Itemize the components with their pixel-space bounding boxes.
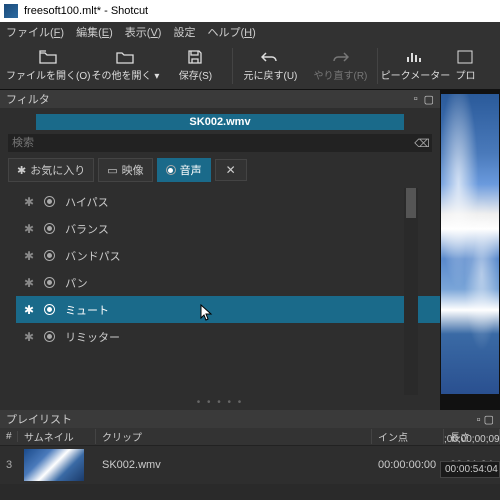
- filter-item-label: バランス: [65, 221, 109, 237]
- panel-close-icon[interactable]: ▢: [484, 414, 494, 426]
- panel-close-icon[interactable]: ▢: [424, 93, 434, 106]
- monitor-icon: ▭: [107, 164, 117, 177]
- menu-help[interactable]: ヘルプ(H): [207, 24, 255, 40]
- save-icon: [186, 49, 204, 65]
- filter-clip-name: SK002.wmv: [36, 114, 404, 130]
- col-in-point[interactable]: イン点: [372, 429, 444, 444]
- preview-image: [441, 94, 499, 394]
- audio-filter-icon: [44, 196, 55, 207]
- resize-grip-icon[interactable]: • • • • •: [0, 395, 440, 410]
- filters-panel-header: フィルタ ▫ ▢: [0, 90, 440, 108]
- favorite-icon[interactable]: ✱: [24, 276, 34, 290]
- filter-item-label: ミュート: [65, 302, 109, 318]
- folder-icon: [116, 49, 134, 65]
- filter-item-label: ハイパス: [65, 194, 109, 210]
- filter-item-label: バンドパス: [65, 248, 121, 264]
- tab-video[interactable]: ▭映像: [98, 158, 152, 182]
- undo-icon: [261, 49, 279, 65]
- undo-button[interactable]: 元に戻す(U): [235, 44, 305, 88]
- audio-filter-icon: [44, 250, 55, 261]
- favorite-icon[interactable]: ✱: [24, 195, 34, 209]
- scrollbar-thumb[interactable]: [406, 188, 416, 218]
- panel-undock-icon[interactable]: ▫: [477, 414, 481, 426]
- audio-filter-icon: [44, 277, 55, 288]
- star-icon: ✱: [17, 164, 26, 177]
- menu-edit[interactable]: 編集(E): [76, 24, 113, 40]
- toolbar-separator: [232, 48, 233, 84]
- filter-list-scrollbar[interactable]: ▲ ▼: [404, 188, 418, 395]
- playlist-row[interactable]: 3 SK002.wmv 00:00:00:00 00:01:04: [0, 446, 500, 484]
- filter-search-row: ⌫: [8, 134, 432, 152]
- tab-favorites[interactable]: ✱お気に入り: [8, 158, 94, 182]
- panel-undock-icon[interactable]: ▫: [414, 93, 418, 106]
- filter-item-label: パン: [65, 275, 88, 291]
- filters-panel-title: フィルタ: [6, 91, 50, 107]
- window-title: freesoft100.mlt* - Shotcut: [24, 5, 148, 17]
- main-toolbar: ファイルを開く(O) その他を開く ▾ 保存(S) 元に戻す(U) やり直す(R…: [0, 42, 500, 90]
- tab-audio[interactable]: 音声: [157, 158, 211, 182]
- row-in-point: 00:00:00:00: [372, 459, 444, 471]
- audio-filter-icon: [44, 331, 55, 342]
- timecode-area: ;00;00;00;09 00:00:54:04 ▲▼: [440, 432, 500, 478]
- favorite-icon[interactable]: ✱: [24, 222, 34, 236]
- search-clear-icon[interactable]: ⌫: [412, 137, 432, 150]
- col-thumbnail[interactable]: サムネイル: [18, 429, 96, 444]
- audio-filter-icon: [44, 223, 55, 234]
- menu-view[interactable]: 表示(V): [125, 24, 162, 40]
- playlist-panel-title: プレイリスト: [6, 411, 72, 427]
- filter-item-label: リミッター: [65, 329, 120, 345]
- filter-item[interactable]: ✱ ミュート: [16, 296, 440, 323]
- thumbnail-image: [24, 449, 84, 481]
- favorite-icon[interactable]: ✱: [24, 303, 34, 317]
- open-other-button[interactable]: その他を開く ▾: [90, 44, 160, 88]
- filter-list[interactable]: ▲ ▼ ✱ ハイパス ✱ バランス ✱ バンドパス ✱ パン ✱ ミュート ✱ リミッター: [16, 188, 440, 395]
- meter-icon: [406, 49, 424, 65]
- col-clip[interactable]: クリップ: [96, 429, 372, 444]
- filter-item[interactable]: ✱ パン: [16, 269, 440, 296]
- app-logo-icon: [4, 4, 18, 18]
- audio-icon: [166, 165, 176, 175]
- row-clip-name: SK002.wmv: [96, 459, 372, 471]
- playlist-panel-header: プレイリスト ▫ ▢: [0, 410, 500, 428]
- redo-button[interactable]: やり直す(R): [305, 44, 375, 88]
- filter-item[interactable]: ✱ リミッター: [16, 323, 440, 350]
- preview-panel: [440, 90, 500, 410]
- save-button[interactable]: 保存(S): [160, 44, 230, 88]
- filter-category-tabs: ✱お気に入り ▭映像 音声 ✕: [8, 158, 432, 182]
- redo-icon: [331, 49, 349, 65]
- audio-filter-icon: [44, 304, 55, 315]
- col-number[interactable]: #: [0, 431, 18, 442]
- project-icon: [456, 49, 474, 65]
- row-number: 3: [0, 459, 18, 471]
- timecode-small: ;00;00;00;09: [440, 432, 500, 447]
- window-titlebar: freesoft100.mlt* - Shotcut: [0, 0, 500, 22]
- playlist-table-header: # サムネイル クリップ イン点 長さ: [0, 428, 500, 446]
- timecode-input[interactable]: 00:00:54:04 ▲▼: [440, 461, 500, 478]
- open-file-button[interactable]: ファイルを開く(O): [6, 44, 90, 88]
- peak-meter-button[interactable]: ピークメーター: [380, 44, 450, 88]
- favorite-icon[interactable]: ✱: [24, 249, 34, 263]
- favorite-icon[interactable]: ✱: [24, 330, 34, 344]
- filter-item[interactable]: ✱ バンドパス: [16, 242, 440, 269]
- tab-close-button[interactable]: ✕: [215, 159, 247, 181]
- toolbar-separator: [377, 48, 378, 84]
- folder-open-icon: [39, 49, 57, 65]
- filter-search-input[interactable]: [8, 134, 412, 152]
- filters-panel: フィルタ ▫ ▢ SK002.wmv ⌫ ✱お気に入り ▭映像 音声 ✕ ▲ ▼…: [0, 90, 440, 410]
- filter-item[interactable]: ✱ バランス: [16, 215, 440, 242]
- menubar: ファイル(F) 編集(E) 表示(V) 設定 ヘルプ(H): [0, 22, 500, 42]
- filter-item[interactable]: ✱ ハイパス: [16, 188, 440, 215]
- menu-settings[interactable]: 設定: [173, 24, 195, 40]
- project-button[interactable]: プロ: [450, 44, 480, 88]
- row-thumbnail: [18, 449, 96, 481]
- playlist-panel: プレイリスト ▫ ▢ # サムネイル クリップ イン点 長さ 3 SK002.w…: [0, 410, 500, 484]
- menu-file[interactable]: ファイル(F): [6, 24, 64, 40]
